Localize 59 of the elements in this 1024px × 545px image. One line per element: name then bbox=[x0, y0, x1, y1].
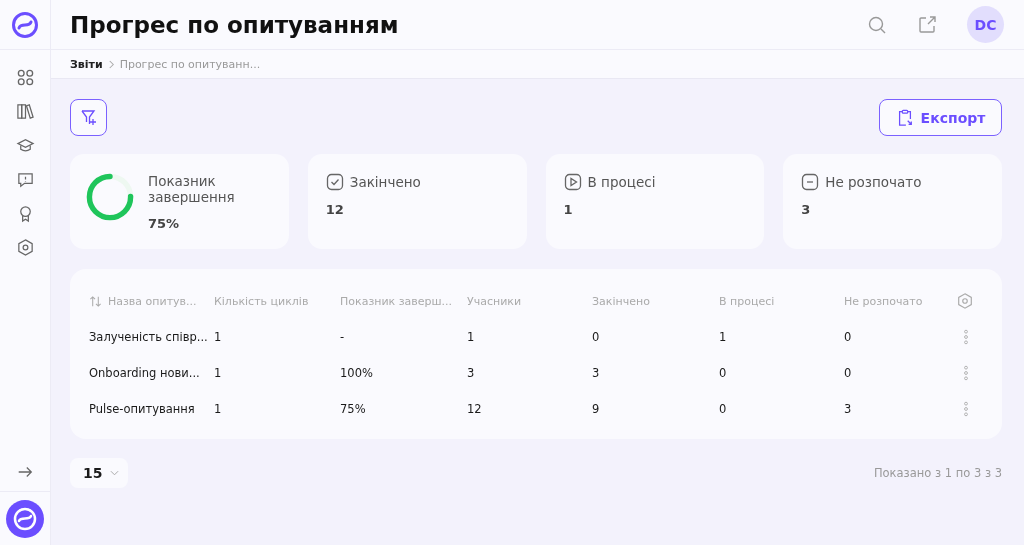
chevron-down-icon bbox=[110, 470, 120, 476]
table-cell: 0 bbox=[844, 330, 852, 344]
table-cell: 3 bbox=[592, 366, 600, 380]
stat-label: В процесі bbox=[587, 174, 656, 190]
table-cell: Залученість співр... bbox=[89, 330, 208, 344]
table-cell: 1 bbox=[214, 330, 222, 344]
breadcrumb-item: Прогрес по опитуванн... bbox=[119, 57, 261, 71]
logo-icon[interactable] bbox=[11, 10, 39, 39]
page-title: Прогрес по опитуванням bbox=[70, 11, 399, 38]
column-header[interactable]: Закінчено bbox=[592, 294, 650, 308]
table-cell: - bbox=[340, 330, 345, 344]
column-header[interactable]: Назва опитув... bbox=[108, 294, 197, 308]
column-header[interactable]: Показник заверш... bbox=[340, 294, 453, 308]
external-link-icon[interactable] bbox=[917, 14, 937, 35]
search-icon[interactable] bbox=[867, 14, 887, 35]
stat-label: Закінчено bbox=[349, 174, 421, 190]
column-header[interactable]: В процесі bbox=[719, 294, 775, 308]
user-avatar[interactable]: DC bbox=[967, 6, 1004, 43]
table-cell: 1 bbox=[467, 330, 475, 344]
question-chat-icon[interactable] bbox=[15, 170, 35, 189]
dashboard-icon[interactable] bbox=[15, 68, 35, 87]
table-cell: 0 bbox=[719, 366, 727, 380]
graduation-cap-icon[interactable] bbox=[15, 136, 35, 155]
table-cell: 75% bbox=[340, 402, 366, 416]
stat-label: Показник завершення bbox=[148, 173, 236, 205]
table-cell: 0 bbox=[844, 366, 852, 380]
settings-icon[interactable] bbox=[15, 238, 35, 257]
stat-value: 3 bbox=[801, 202, 812, 217]
logo-icon[interactable] bbox=[6, 500, 44, 538]
table-cell: 0 bbox=[592, 330, 600, 344]
export-button[interactable]: Експорт bbox=[879, 99, 1002, 136]
column-header[interactable]: Не розпочато bbox=[844, 294, 923, 308]
stat-value: 75% bbox=[148, 216, 181, 231]
breadcrumb-item[interactable]: Звіти bbox=[70, 57, 103, 71]
stat-value: 12 bbox=[325, 202, 345, 217]
column-header[interactable]: Кількість циклів bbox=[214, 294, 309, 308]
table-cell: 100% bbox=[340, 366, 373, 380]
column-header[interactable]: Учасники bbox=[467, 294, 522, 308]
table-cell: 3 bbox=[844, 402, 852, 416]
table-cell: 0 bbox=[719, 402, 727, 416]
table-cell: Onboarding нови... bbox=[89, 366, 200, 380]
table-cell: 1 bbox=[719, 330, 727, 344]
page-size-select[interactable]: 15 bbox=[70, 458, 128, 488]
minus-square-icon bbox=[801, 173, 820, 191]
stat-value: 1 bbox=[563, 202, 574, 217]
table-cell: 3 bbox=[467, 366, 475, 380]
play-square-icon bbox=[563, 173, 582, 191]
table-cell: 12 bbox=[467, 402, 482, 416]
progress-ring bbox=[84, 171, 136, 223]
books-icon[interactable] bbox=[15, 102, 35, 121]
stat-label: Не розпочато bbox=[825, 174, 922, 190]
check-square-icon bbox=[325, 173, 344, 191]
table-cell: 1 bbox=[214, 402, 222, 416]
table-cell: 1 bbox=[214, 366, 222, 380]
chevron-icon bbox=[107, 59, 115, 69]
add-filter-button[interactable] bbox=[70, 99, 107, 136]
table-cell: 9 bbox=[592, 402, 600, 416]
pagination-summary: Показано з 1 по 3 з 3 bbox=[873, 466, 1002, 480]
table-cell: Pulse-опитування bbox=[89, 402, 195, 416]
